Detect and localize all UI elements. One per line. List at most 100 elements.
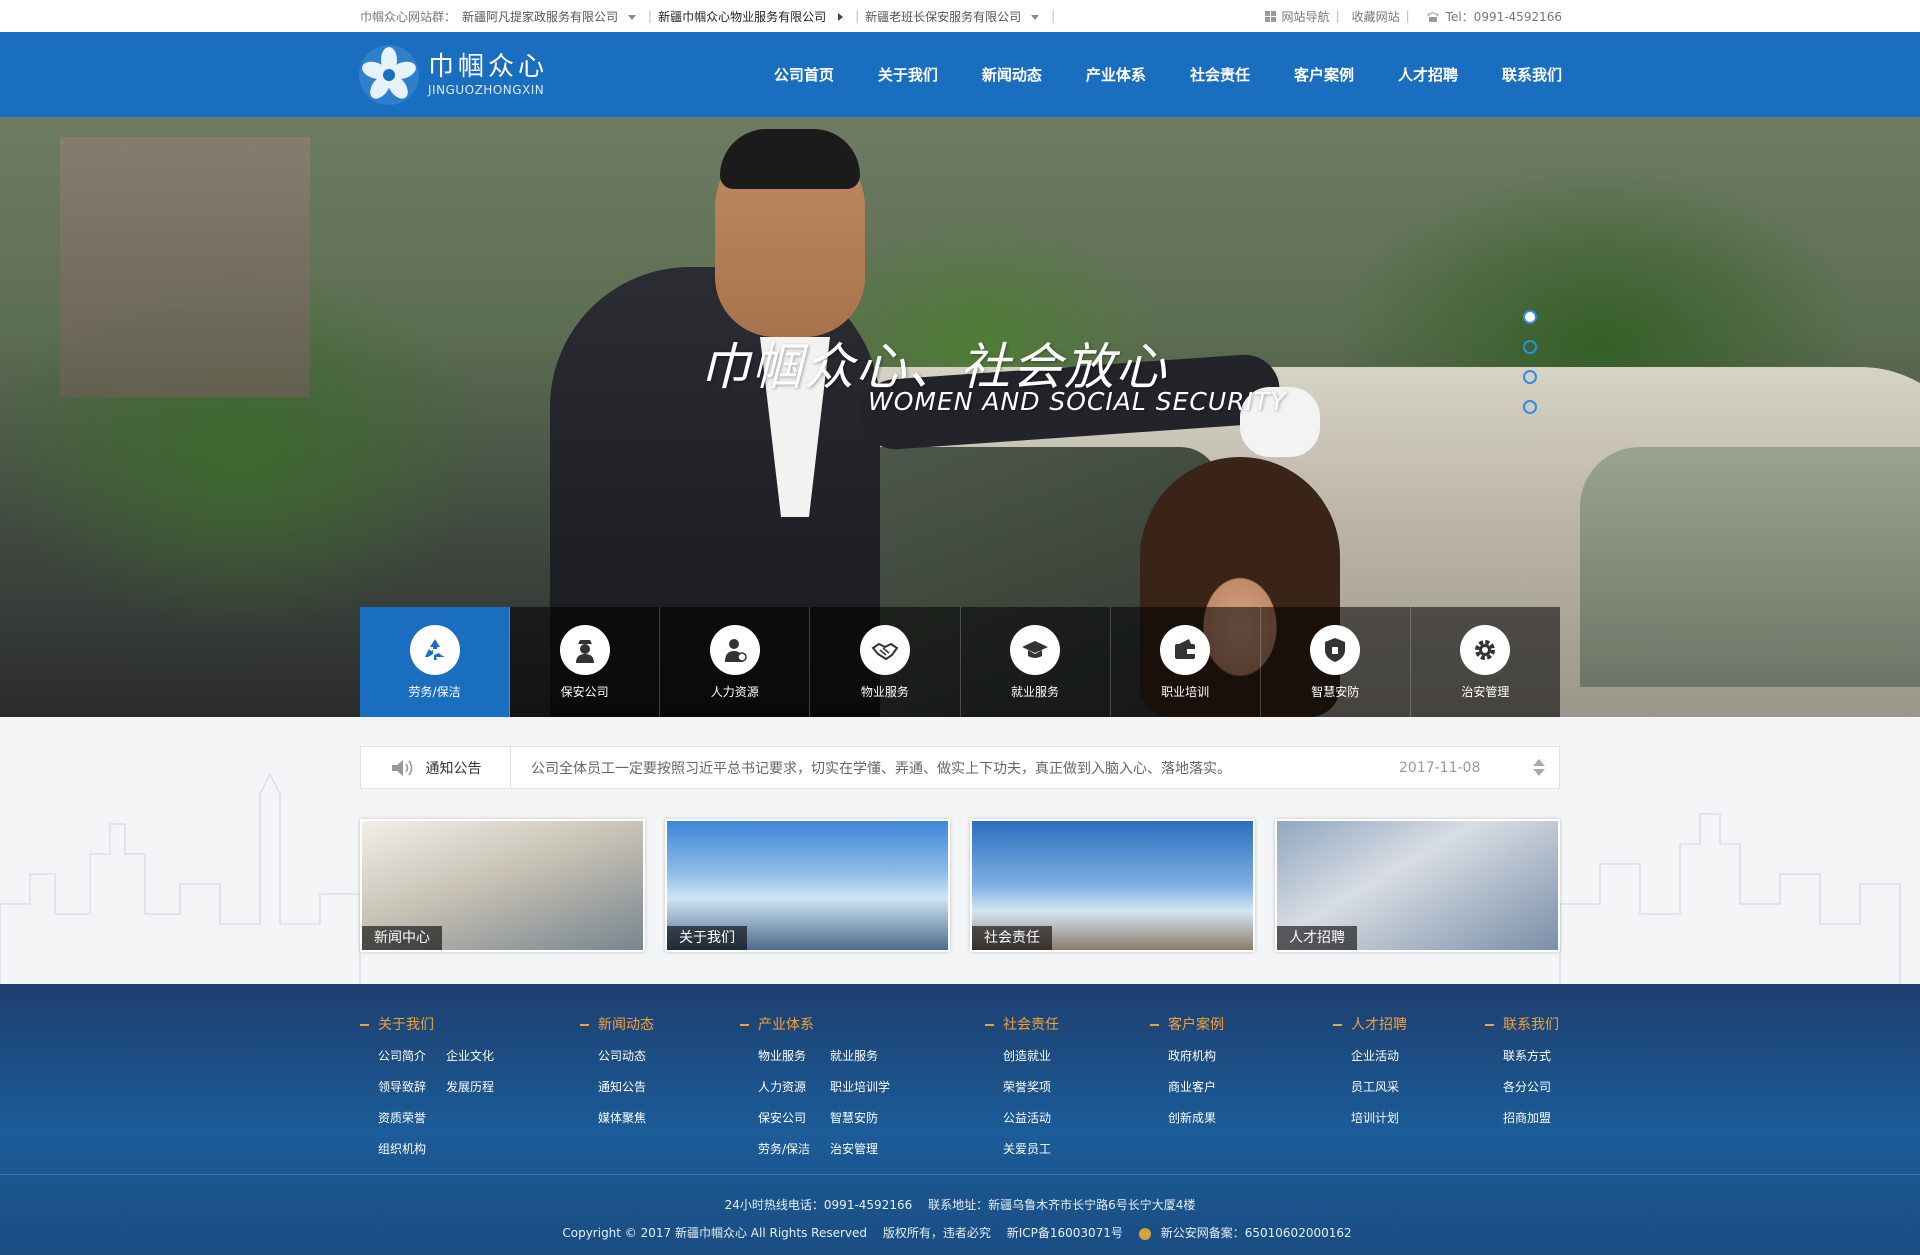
footer-link[interactable]: 创新成果 bbox=[1168, 1110, 1224, 1127]
flower-logo-icon bbox=[359, 45, 419, 105]
logo[interactable]: 巾帼众心 JINGUOZHONGXIN bbox=[358, 44, 548, 106]
service-smart-security[interactable]: 智慧安防 bbox=[1261, 607, 1411, 717]
service-cleaning[interactable]: 劳务/保洁 bbox=[360, 607, 511, 717]
footer-link[interactable]: 公司动态 bbox=[598, 1048, 654, 1065]
footer-col-about: 关于我们 公司简介 企业文化 领导致辞 发展历程 资质荣誉 组织机构 bbox=[360, 1014, 494, 1158]
service-label: 劳务/保洁 bbox=[408, 684, 461, 699]
favorite-link[interactable]: 收藏网站 bbox=[1352, 8, 1400, 25]
header: 巾帼众心 JINGUOZHONGXIN 公司首页 关于我们 新闻动态 产业体系 … bbox=[0, 32, 1920, 117]
site-nav-link[interactable]: 网站导航 bbox=[1282, 8, 1330, 25]
footer-link[interactable]: 商业客户 bbox=[1168, 1079, 1224, 1096]
wallet-icon bbox=[1175, 638, 1196, 659]
footer-link[interactable]: 创造就业 bbox=[1003, 1048, 1059, 1065]
footer-link[interactable]: 联系方式 bbox=[1503, 1048, 1559, 1065]
footer-link[interactable]: 企业文化 bbox=[446, 1048, 494, 1065]
service-training[interactable]: 职业培训 bbox=[1111, 607, 1261, 717]
footer-link[interactable]: 公益活动 bbox=[1003, 1110, 1059, 1127]
footer: 关于我们 公司简介 企业文化 领导致辞 发展历程 资质荣誉 组织机构 新闻动态 … bbox=[0, 984, 1920, 1255]
footer-link[interactable]: 资质荣誉 bbox=[378, 1110, 426, 1127]
site-link-property[interactable]: 新疆巾帼众心物业服务有限公司 bbox=[658, 8, 844, 25]
nav-industry[interactable]: 产业体系 bbox=[1086, 64, 1146, 85]
footer-link[interactable]: 各分公司 bbox=[1503, 1079, 1559, 1096]
footer-link[interactable]: 智慧安防 bbox=[830, 1110, 890, 1127]
banner-photo-building bbox=[60, 137, 310, 397]
arrow-down-icon[interactable] bbox=[1533, 769, 1545, 776]
card-label: 关于我们 bbox=[667, 926, 747, 950]
footer-link[interactable]: 人力资源 bbox=[758, 1079, 810, 1096]
footer-link[interactable]: 通知公告 bbox=[598, 1079, 654, 1096]
nav-about[interactable]: 关于我们 bbox=[878, 64, 938, 85]
footer-link[interactable]: 荣誉奖项 bbox=[1003, 1079, 1059, 1096]
nav-responsibility[interactable]: 社会责任 bbox=[1190, 64, 1250, 85]
footer-col-recruit: 人才招聘 企业活动 员工风采 培训计划 bbox=[1333, 1014, 1407, 1127]
service-property[interactable]: 物业服务 bbox=[810, 607, 961, 717]
card-recruitment[interactable]: 人才招聘 bbox=[1275, 819, 1560, 952]
nav-home[interactable]: 公司首页 bbox=[774, 64, 834, 85]
footer-police-record[interactable]: 新公安网备案：65010602000162 bbox=[1161, 1226, 1352, 1240]
slider-dot[interactable] bbox=[1523, 370, 1537, 384]
service-employment[interactable]: 就业服务 bbox=[961, 607, 1111, 717]
footer-link[interactable]: 发展历程 bbox=[446, 1079, 494, 1096]
footer-col-title[interactable]: 关于我们 bbox=[378, 1017, 434, 1033]
card-about-us[interactable]: 关于我们 bbox=[665, 819, 950, 952]
footer-link[interactable]: 关爱员工 bbox=[1003, 1141, 1059, 1158]
footer-link[interactable]: 培训计划 bbox=[1351, 1110, 1407, 1127]
nav-recruit[interactable]: 人才招聘 bbox=[1398, 64, 1458, 85]
service-label: 物业服务 bbox=[860, 684, 909, 699]
phone-icon bbox=[1426, 12, 1439, 22]
site-link-afanti[interactable]: 新疆阿凡提家政服务有限公司 bbox=[462, 8, 637, 25]
nav-contact[interactable]: 联系我们 bbox=[1502, 64, 1562, 85]
chevron-right-icon bbox=[838, 13, 844, 21]
content-section: 通知公告 公司全体员工一定要按照习近平总书记要求，切实在学懂、弄通、做实上下功夫… bbox=[0, 717, 1920, 984]
footer-link[interactable]: 员工风采 bbox=[1351, 1079, 1407, 1096]
site-link-security[interactable]: 新疆老班长保安服务有限公司 bbox=[865, 8, 1040, 25]
footer-col-contact: 联系我们 联系方式 各分公司 招商加盟 bbox=[1485, 1014, 1559, 1127]
slider-dot[interactable] bbox=[1523, 310, 1537, 324]
footer-link[interactable]: 组织机构 bbox=[378, 1141, 426, 1158]
site-group-label: 巾帼众心网站群： bbox=[360, 9, 457, 24]
footer-col-title[interactable]: 联系我们 bbox=[1503, 1017, 1559, 1033]
footer-link[interactable]: 就业服务 bbox=[830, 1048, 890, 1065]
graduation-cap-icon bbox=[1022, 640, 1049, 658]
notice-label: 通知公告 bbox=[425, 760, 482, 777]
notice-text[interactable]: 公司全体员工一定要按照习近平总书记要求，切实在学懂、弄通、做实上下功夫，真正做到… bbox=[511, 758, 1399, 778]
footer-link[interactable]: 劳务/保洁 bbox=[758, 1141, 810, 1158]
footer-link[interactable]: 招商加盟 bbox=[1503, 1110, 1559, 1127]
divider: | bbox=[648, 9, 653, 23]
footer-col-title[interactable]: 新闻动态 bbox=[598, 1017, 654, 1033]
nav-cases[interactable]: 客户案例 bbox=[1294, 64, 1354, 85]
service-bar: 劳务/保洁 保安公司 人力资源 物业服务 就业服务 职业培训 智慧安防 治安管理 bbox=[360, 607, 1560, 717]
footer-col-title[interactable]: 产业体系 bbox=[758, 1017, 814, 1033]
slider-pagination bbox=[1523, 310, 1537, 430]
footer-link[interactable]: 保安公司 bbox=[758, 1110, 810, 1127]
person-icon bbox=[724, 638, 747, 662]
footer-link[interactable]: 媒体聚焦 bbox=[598, 1110, 654, 1127]
footer-link[interactable]: 治安管理 bbox=[830, 1141, 890, 1158]
service-public-order[interactable]: 治安管理 bbox=[1411, 607, 1560, 717]
arrow-up-icon[interactable] bbox=[1533, 759, 1545, 766]
card-social-responsibility[interactable]: 社会责任 bbox=[970, 819, 1255, 952]
notice-bar: 通知公告 公司全体员工一定要按照习近平总书记要求，切实在学懂、弄通、做实上下功夫… bbox=[360, 746, 1560, 789]
footer-link[interactable]: 公司简介 bbox=[378, 1048, 426, 1065]
police-badge-icon bbox=[1138, 1227, 1151, 1240]
slider-dot[interactable] bbox=[1523, 400, 1537, 414]
nav-news[interactable]: 新闻动态 bbox=[982, 64, 1042, 85]
slider-dot[interactable] bbox=[1523, 340, 1537, 354]
service-security[interactable]: 保安公司 bbox=[510, 607, 661, 717]
notice-date: 2017-11-08 bbox=[1399, 759, 1481, 776]
banner-photo-car-window bbox=[1580, 447, 1920, 687]
service-label: 人力资源 bbox=[710, 684, 759, 699]
footer-col-title[interactable]: 社会责任 bbox=[1003, 1017, 1059, 1033]
footer-link[interactable]: 职业培训学 bbox=[830, 1079, 890, 1096]
footer-col-title[interactable]: 人才招聘 bbox=[1351, 1017, 1407, 1033]
card-news-center[interactable]: 新闻中心 bbox=[360, 819, 645, 952]
footer-link[interactable]: 物业服务 bbox=[758, 1048, 810, 1065]
service-hr[interactable]: 人力资源 bbox=[660, 607, 811, 717]
footer-link[interactable]: 政府机构 bbox=[1168, 1048, 1224, 1065]
footer-link[interactable]: 企业活动 bbox=[1351, 1048, 1407, 1065]
divider: | bbox=[1335, 9, 1340, 23]
footer-col-title[interactable]: 客户案例 bbox=[1168, 1017, 1224, 1033]
footer-link[interactable]: 领导致辞 bbox=[378, 1079, 426, 1096]
gear-icon bbox=[1475, 639, 1496, 660]
footer-icp[interactable]: 新ICP备16003071号 bbox=[1007, 1226, 1123, 1240]
